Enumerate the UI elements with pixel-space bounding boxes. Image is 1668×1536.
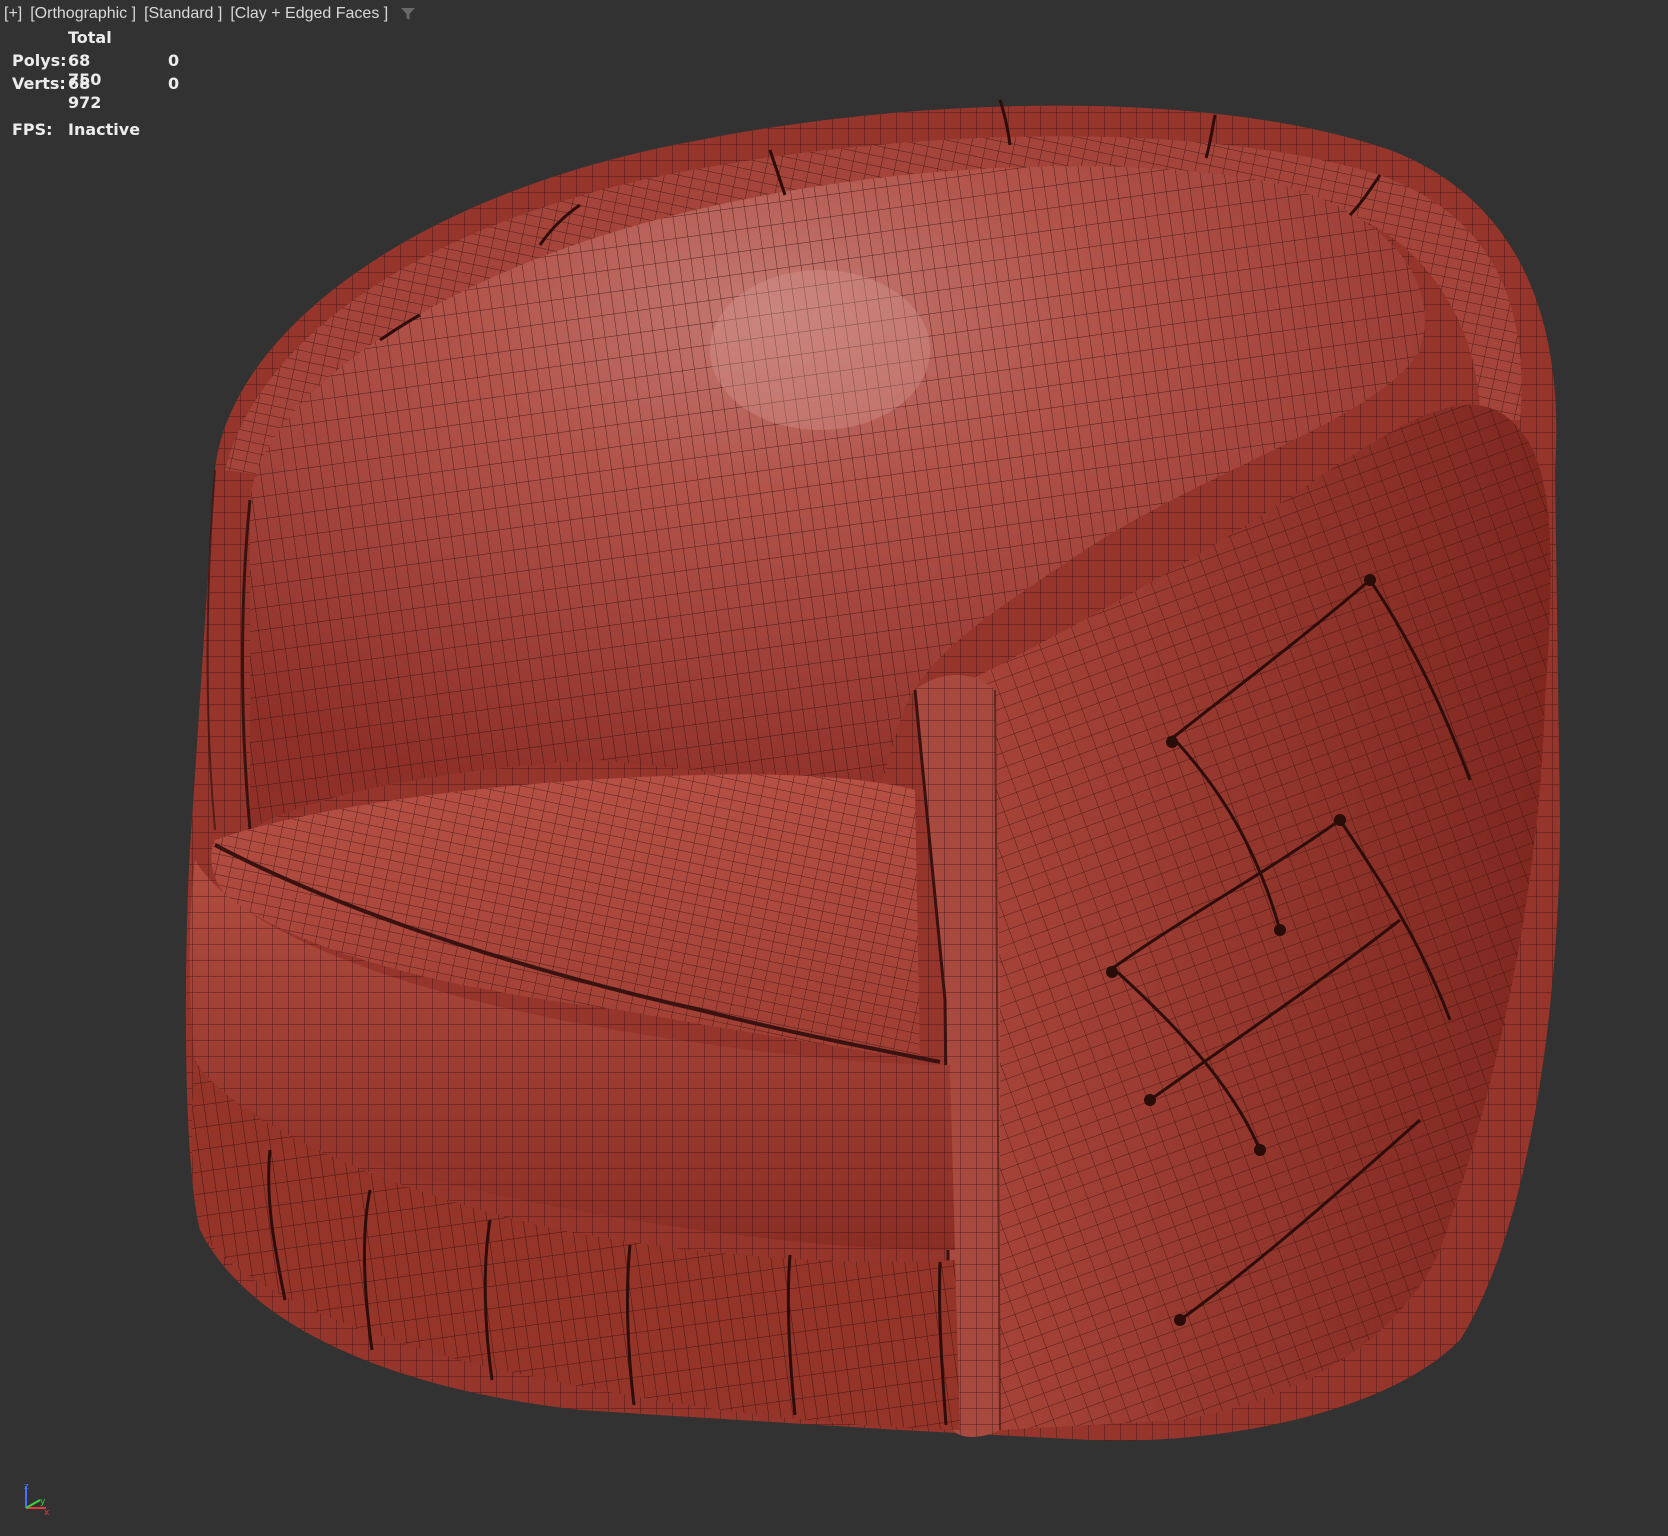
axis-x-label: x (44, 1508, 50, 1516)
filter-icon[interactable] (400, 6, 416, 22)
armchair-model[interactable] (0, 0, 1668, 1536)
polys-label: Polys: (12, 51, 67, 70)
fps-value: Inactive (68, 120, 141, 139)
viewport-menu-plus[interactable]: [+] (4, 5, 22, 23)
polys-selected-value: 0 (168, 51, 180, 70)
viewport-label-bar: [+] [Orthographic ] [Standard ] [Clay + … (4, 5, 416, 23)
verts-total-value: 68 972 (68, 74, 102, 112)
axis-z-label: z (24, 1482, 29, 1492)
axis-y-label: y (40, 1497, 46, 1507)
viewport-menu-display-mode[interactable]: [Clay + Edged Faces ] (230, 5, 388, 23)
verts-selected-value: 0 (168, 74, 180, 93)
verts-label: Verts: (12, 74, 66, 93)
viewport-menu-shading-standard[interactable]: [Standard ] (144, 5, 222, 23)
fps-label: FPS: (12, 120, 53, 139)
stats-total-header: Total (68, 28, 112, 47)
viewport-menu-projection[interactable]: [Orthographic ] (30, 5, 136, 23)
3d-viewport[interactable]: [+] [Orthographic ] [Standard ] [Clay + … (0, 0, 1668, 1536)
axis-gizmo-icon: z y x (24, 1482, 50, 1516)
